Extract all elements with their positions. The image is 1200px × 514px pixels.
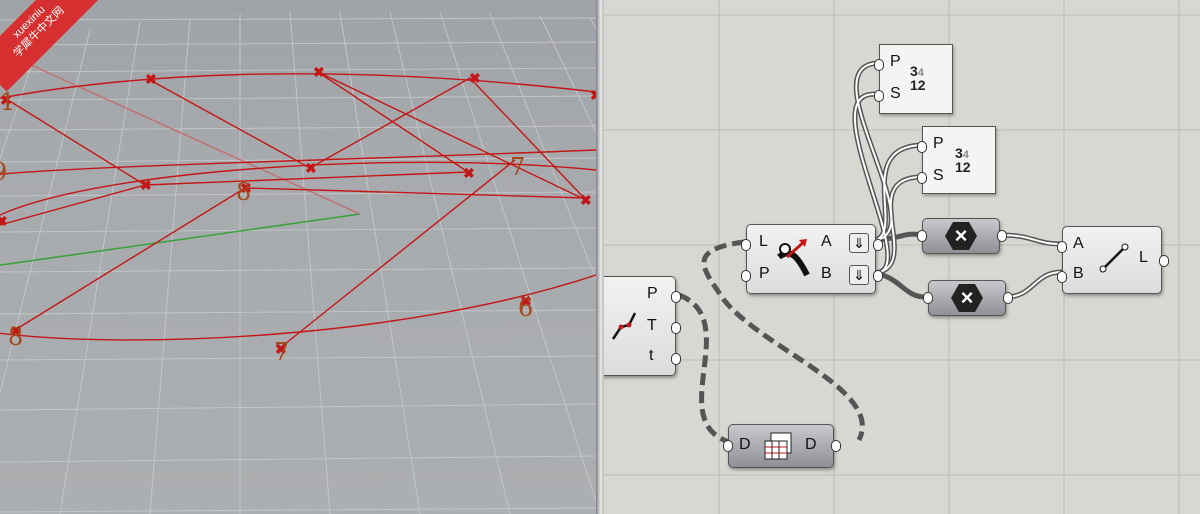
viewport-scene: ✖✖✖ ✖✖✖ ✖✖✖ ✖✖✖ ✖✖ 1 7 8 9 7 8 6 [0, 11, 596, 514]
grasshopper-canvas[interactable]: P S 34 12 P S 34 12 L P A B ⇓ ⇓ × × A B … [604, 0, 1200, 514]
label-8a: 8 [236, 178, 251, 206]
input-a: A [1073, 235, 1084, 252]
output-l: L [1139, 249, 1148, 266]
input-p: P [890, 53, 901, 70]
rhino-viewport[interactable]: ✖✖✖ ✖✖✖ ✖✖✖ ✖✖✖ ✖✖ 1 7 8 9 7 8 6 xuexini… [0, 0, 596, 514]
cull-icon: × [951, 284, 983, 312]
divide-curve-icon [611, 312, 637, 340]
output-p: P [647, 285, 658, 302]
svg-text:✖: ✖ [305, 161, 317, 177]
output-grip[interactable] [831, 440, 841, 452]
input-l: L [759, 233, 768, 250]
label-7a: 7 [510, 153, 525, 181]
input-p: P [933, 135, 944, 152]
svg-text:✖: ✖ [580, 193, 592, 209]
data-table-icon [764, 432, 792, 460]
label-7b: 7 [274, 338, 289, 366]
output-t-param: t [649, 347, 654, 364]
sort-list-component-top[interactable]: P S 34 12 [874, 44, 953, 114]
input-s: S [890, 85, 901, 102]
label-8b: 8 [8, 323, 23, 351]
input-grip[interactable] [741, 239, 751, 251]
output-b: B [821, 265, 832, 282]
sort-list-component-mid[interactable]: P S 34 12 [917, 126, 996, 194]
sort-icon: 34 12 [955, 145, 971, 175]
svg-text:✖: ✖ [0, 214, 8, 230]
input-grip[interactable] [874, 59, 884, 71]
output-a: A [821, 233, 832, 250]
output-grip[interactable] [873, 270, 883, 282]
divide-curve-component[interactable]: P T t [604, 276, 681, 376]
output-d: D [805, 436, 817, 453]
flatten-icon[interactable]: ⇓ [849, 233, 869, 253]
label-6: 6 [518, 294, 533, 322]
line-component[interactable]: A B L [1057, 226, 1169, 294]
input-grip[interactable] [1057, 271, 1067, 283]
input-grip[interactable] [874, 90, 884, 102]
y-axis [0, 213, 361, 266]
input-p: P [759, 265, 770, 282]
input-grip[interactable] [917, 141, 927, 153]
input-d: D [739, 436, 751, 453]
x-axis [19, 59, 361, 215]
panel-divider[interactable] [596, 0, 604, 514]
label-9: 9 [0, 158, 7, 186]
data-relay-component[interactable]: D D [723, 424, 841, 468]
input-grip[interactable] [923, 292, 933, 304]
cull-icon: × [945, 222, 977, 250]
construction-grid [0, 11, 596, 514]
svg-text:✖: ✖ [140, 178, 152, 194]
input-grip[interactable] [917, 230, 927, 242]
cull-component-bottom[interactable]: × [923, 280, 1013, 316]
closest-point-icon [777, 239, 810, 277]
input-grip[interactable] [917, 172, 927, 184]
input-grip[interactable] [741, 270, 751, 282]
output-grip[interactable] [671, 353, 681, 365]
output-grip[interactable] [873, 239, 883, 251]
output-grip[interactable] [1159, 255, 1169, 267]
output-grip[interactable] [671, 291, 681, 303]
output-grip[interactable] [671, 322, 681, 334]
svg-text:✖: ✖ [145, 72, 157, 88]
cull-component-top[interactable]: × [917, 218, 1007, 254]
label-1: 1 [0, 88, 15, 116]
closest-point-component[interactable]: L P A B ⇓ ⇓ [741, 224, 883, 294]
output-grip[interactable] [997, 230, 1007, 242]
input-s: S [933, 167, 944, 184]
input-b: B [1073, 265, 1084, 282]
output-grip[interactable] [1003, 292, 1013, 304]
svg-text:✖: ✖ [313, 65, 325, 81]
input-grip[interactable] [1057, 241, 1067, 253]
output-t: T [647, 317, 657, 334]
svg-text:✖: ✖ [469, 71, 481, 87]
sort-icon: 34 12 [910, 63, 926, 93]
svg-text:✖: ✖ [463, 166, 475, 182]
flatten-icon[interactable]: ⇓ [849, 265, 869, 285]
line-icon [1099, 243, 1129, 273]
input-grip[interactable] [723, 440, 733, 452]
